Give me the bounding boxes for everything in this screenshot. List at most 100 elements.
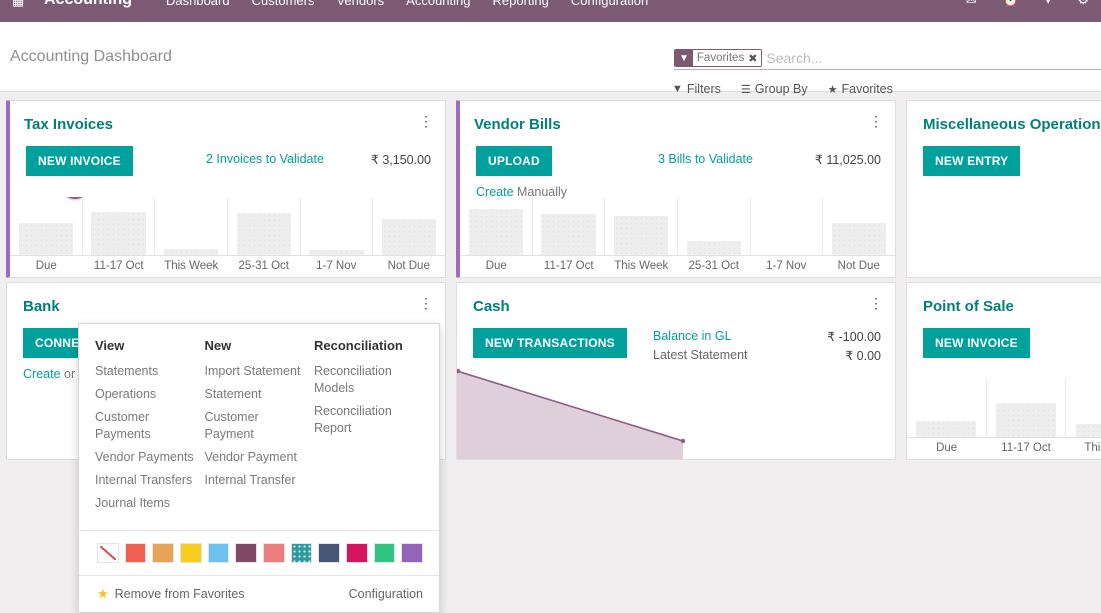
menu-item-vendor-payments[interactable]: Vendor Payments [95, 449, 197, 466]
control-panel: Accounting Dashboard ▼ Favorites ✖ ▼ Fil… [0, 22, 1101, 92]
bar-cell[interactable] [677, 197, 750, 255]
bar-cell[interactable] [604, 197, 677, 255]
axis-tick: Due [10, 256, 83, 277]
bar-cell[interactable] [907, 379, 986, 437]
card-title-miscellaneous-operations: Miscellaneous Operations [923, 116, 1101, 133]
card-point-of-sale[interactable]: Point of Sale NEW INVOICE Due 11-17 Oct … [906, 282, 1101, 460]
dropdown-column-new: New Import Statement Statement Customer … [205, 338, 315, 518]
nav-item-reporting[interactable]: Reporting [493, 0, 549, 8]
activities-icon[interactable]: ⏰ [1003, 0, 1019, 8]
bar-cell[interactable] [227, 197, 300, 255]
debug-icon[interactable]: ⚙ [1077, 0, 1089, 8]
swatch-salmon[interactable] [263, 543, 285, 563]
nav-item-accounting[interactable]: Accounting [406, 0, 470, 8]
tax-invoices-kpi-value: ₹ 3,150.00 [371, 152, 431, 167]
breadcrumb[interactable]: Accounting Dashboard [10, 48, 172, 66]
control-panel-buttons: ▼ Filters ☰ Group By ★ Favorites [672, 82, 893, 96]
swatch-yellow[interactable] [180, 543, 202, 563]
card-title-vendor-bills: Vendor Bills [474, 116, 561, 133]
menu-item-internal-transfer[interactable]: Internal Transfer [205, 472, 307, 489]
swatch-orange[interactable] [152, 543, 174, 563]
kebab-menu-icon[interactable]: ⋮ [419, 296, 433, 314]
close-icon[interactable]: ✖ [747, 50, 761, 66]
configuration-button[interactable]: Configuration [349, 586, 423, 602]
tax-invoices-kpi-label[interactable]: 2 Invoices to Validate [206, 152, 324, 166]
bar-cell[interactable] [986, 379, 1066, 437]
swatch-navy[interactable] [318, 543, 340, 563]
axis-tick: This Week [605, 256, 678, 277]
bar-cell[interactable] [460, 197, 532, 255]
nav-item-vendors[interactable]: Vendors [336, 0, 384, 8]
apps-grid-icon[interactable]: ▦ [12, 0, 26, 7]
swatch-green[interactable] [374, 543, 396, 563]
bar-cell[interactable] [10, 197, 82, 255]
cash-area-chart [457, 349, 895, 459]
search-view[interactable]: ▼ Favorites ✖ [674, 47, 1101, 70]
swatch-red[interactable] [125, 543, 147, 563]
dropdown-columns: View Statements Operations Customer Paym… [79, 324, 439, 524]
user-menu[interactable]: ▾ [1045, 0, 1052, 8]
menu-item-statements[interactable]: Statements [95, 363, 197, 380]
bank-card-dropdown-menu[interactable]: View Statements Operations Customer Paym… [78, 323, 440, 613]
bar-cell[interactable] [82, 197, 155, 255]
swatch-teal[interactable] [291, 543, 313, 563]
cash-area-svg [457, 349, 895, 459]
app-brand-title[interactable]: Accounting [44, 0, 132, 9]
menu-item-import-statement[interactable]: Import Statement [205, 363, 307, 380]
card-title-point-of-sale: Point of Sale [923, 298, 1014, 315]
cash-balance-gl-label[interactable]: Balance in GL [653, 329, 732, 343]
kebab-menu-icon[interactable]: ⋮ [869, 296, 883, 314]
swatch-magenta[interactable] [346, 543, 368, 563]
menu-item-internal-transfers[interactable]: Internal Transfers [95, 472, 197, 489]
navbar-systray: ✉ ⏰ ▾ ⚙ [966, 0, 1089, 8]
new-invoice-button[interactable]: NEW INVOICE [26, 146, 133, 176]
search-facet-favorites[interactable]: ▼ Favorites ✖ [674, 49, 762, 67]
vendor-bills-bars [460, 197, 895, 255]
swatch-violet[interactable] [401, 543, 423, 563]
card-tax-invoices[interactable]: Tax Invoices ⋮ NEW INVOICE 2 Invoices to… [6, 100, 446, 278]
nav-item-configuration[interactable]: Configuration [571, 0, 648, 8]
bar-cell[interactable] [822, 197, 895, 255]
nav-item-customers[interactable]: Customers [252, 0, 315, 8]
dropdown-heading-new: New [205, 338, 307, 353]
pos-new-invoice-button[interactable]: NEW INVOICE [923, 328, 1030, 358]
favorites-button[interactable]: ★ Favorites [828, 82, 893, 96]
axis-tick: Not Due [373, 256, 446, 277]
menu-item-vendor-payment[interactable]: Vendor Payment [205, 449, 307, 466]
menu-item-operations[interactable]: Operations [95, 386, 197, 403]
messaging-icon[interactable]: ✉ [966, 0, 977, 8]
card-cash[interactable]: Cash ⋮ NEW TRANSACTIONS Balance in GL ₹ … [456, 282, 896, 460]
menu-item-journal-items[interactable]: Journal Items [95, 495, 197, 512]
filters-button[interactable]: ▼ Filters [672, 82, 721, 96]
menu-item-customer-payments[interactable]: Customer Payments [95, 409, 197, 443]
bar-cell[interactable] [372, 197, 445, 255]
group-by-button[interactable]: ☰ Group By [741, 82, 808, 96]
axis-tick: 1-7 Nov [300, 256, 373, 277]
card-miscellaneous-operations[interactable]: Miscellaneous Operations NEW ENTRY [906, 100, 1101, 278]
kebab-menu-icon[interactable]: ⋮ [419, 114, 433, 132]
create-link-text[interactable]: Create [23, 367, 61, 381]
bar-cell[interactable] [532, 197, 605, 255]
menu-item-statement[interactable]: Statement [205, 386, 307, 403]
kebab-menu-icon[interactable]: ⋮ [869, 114, 883, 132]
nav-item-dashboard[interactable]: Dashboard [166, 0, 230, 8]
swatch-no-color[interactable] [97, 543, 119, 563]
card-vendor-bills[interactable]: Vendor Bills ⋮ UPLOAD Create Manually 3 … [456, 100, 896, 278]
menu-item-reconciliation-report[interactable]: Reconciliation Report [314, 403, 423, 437]
axis-tick: Due [460, 256, 533, 277]
color-swatch-row [79, 531, 439, 575]
new-entry-button[interactable]: NEW ENTRY [923, 146, 1020, 176]
bar-cell[interactable] [1065, 379, 1101, 437]
swatch-light-blue[interactable] [208, 543, 230, 563]
swatch-dark-purple[interactable] [235, 543, 257, 563]
menu-item-reconciliation-models[interactable]: Reconciliation Models [314, 363, 423, 397]
upload-button[interactable]: UPLOAD [476, 146, 552, 176]
bar-cell[interactable] [750, 197, 823, 255]
search-input[interactable] [766, 50, 1101, 66]
bar-cell[interactable] [300, 197, 373, 255]
menu-item-customer-payment[interactable]: Customer Payment [205, 409, 307, 443]
remove-from-favorites-button[interactable]: ★ Remove from Favorites [97, 586, 245, 602]
vendor-bills-kpi-label[interactable]: 3 Bills to Validate [658, 152, 753, 166]
bar-cell[interactable] [154, 197, 227, 255]
vendor-bills-barchart: Due 11-17 Oct This Week 25-31 Oct 1-7 No… [460, 197, 895, 277]
